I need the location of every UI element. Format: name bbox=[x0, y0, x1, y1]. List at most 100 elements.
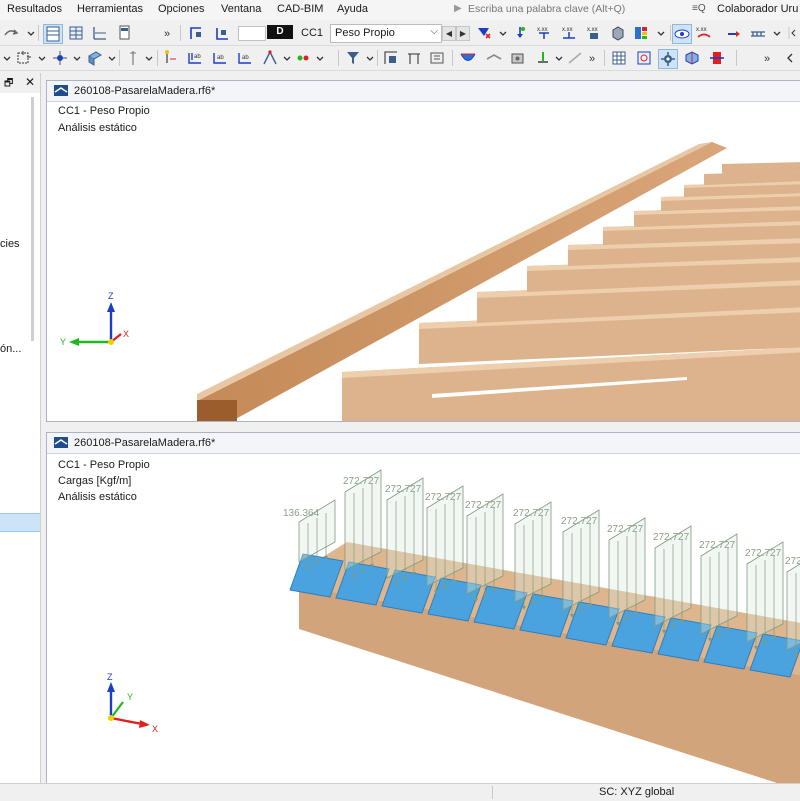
member-load-icon[interactable] bbox=[511, 24, 529, 42]
view-top-icon[interactable] bbox=[428, 49, 446, 67]
viewport-title: 260108-PasarelaMadera.rf6* bbox=[74, 85, 216, 97]
load-value-label: 272.727 bbox=[745, 548, 782, 559]
clipping-icon[interactable] bbox=[708, 49, 726, 67]
beam-icon[interactable] bbox=[749, 24, 767, 42]
menu-resultados[interactable]: Resultados bbox=[7, 3, 62, 15]
previous-icon[interactable]: ◀ bbox=[442, 26, 456, 41]
svg-text:ab: ab bbox=[194, 54, 201, 60]
view-side-icon[interactable] bbox=[405, 49, 423, 67]
svg-text:x.xx: x.xx bbox=[562, 27, 573, 33]
support-xxx-icon[interactable]: x.xx bbox=[535, 24, 553, 42]
snap-icon[interactable] bbox=[162, 49, 180, 67]
chevron-down-icon[interactable] bbox=[494, 24, 512, 42]
more-icon[interactable]: » bbox=[585, 49, 603, 67]
diagram-icon[interactable] bbox=[91, 24, 109, 42]
load-case-code: CC1 bbox=[301, 27, 324, 39]
chevron-left-icon[interactable] bbox=[781, 49, 799, 67]
menu-herramientas[interactable]: Herramientas bbox=[77, 3, 143, 15]
axis-x-label: X bbox=[123, 329, 129, 339]
panel-item-fragment[interactable]: cies bbox=[0, 238, 20, 250]
next-icon[interactable]: ▶ bbox=[456, 26, 470, 41]
more-icon[interactable] bbox=[786, 24, 800, 42]
solid-icon[interactable] bbox=[609, 24, 627, 42]
axis-z-label: Z bbox=[107, 672, 113, 682]
dimension-icon[interactable]: ab bbox=[186, 49, 204, 67]
guide-icon[interactable] bbox=[261, 49, 279, 67]
svg-text:ab: ab bbox=[242, 55, 249, 61]
viewport-title-bar: 260108-PasarelaMadera.rf6* bbox=[47, 433, 800, 454]
support-green-icon[interactable] bbox=[534, 49, 552, 67]
panel-scrollbar[interactable] bbox=[31, 97, 34, 341]
load-arrow-icon[interactable] bbox=[475, 24, 493, 42]
show-results-icon[interactable] bbox=[672, 24, 692, 44]
chevron-down-icon[interactable] bbox=[312, 49, 330, 67]
deform-shape-icon[interactable] bbox=[485, 49, 503, 67]
load-case-select[interactable]: Peso Propio ⌵ bbox=[330, 24, 442, 43]
chevron-down-icon[interactable] bbox=[69, 49, 87, 67]
load-case-tag: D bbox=[267, 25, 293, 39]
surface-icon[interactable] bbox=[86, 49, 104, 67]
view-front-icon[interactable] bbox=[382, 49, 400, 67]
line-tool-icon[interactable] bbox=[566, 49, 584, 67]
document-icon[interactable] bbox=[115, 24, 133, 42]
render-solid-icon[interactable] bbox=[509, 49, 527, 67]
chevron-down-icon[interactable] bbox=[768, 24, 786, 42]
menu-cad-bim[interactable]: CAD-BIM bbox=[277, 3, 323, 15]
load-model-view[interactable]: 136.364272.727272.727272.727272.727272.7… bbox=[47, 454, 800, 783]
result-values-icon[interactable]: x.xx bbox=[695, 24, 713, 42]
svg-text:ab: ab bbox=[217, 55, 224, 61]
search-box[interactable]: ▶ Escriba una palabra clave (Alt+Q) bbox=[452, 2, 682, 18]
support-xxx-icon[interactable]: x.xx bbox=[585, 24, 603, 42]
grid-icon[interactable] bbox=[67, 24, 85, 42]
menu-ayuda[interactable]: Ayuda bbox=[337, 3, 368, 15]
panel-item-fragment[interactable]: ón... bbox=[0, 343, 21, 355]
connection-icon[interactable] bbox=[294, 49, 312, 67]
collaborator-label[interactable]: Colaborador Uru bbox=[717, 3, 798, 15]
support-xxx-icon[interactable]: x.xx bbox=[560, 24, 578, 42]
menu-ventana[interactable]: Ventana bbox=[221, 3, 261, 15]
toolbar-secondary: ab ab ab » » bbox=[0, 46, 800, 71]
color-scale-icon[interactable] bbox=[632, 24, 650, 42]
chevron-down-icon[interactable] bbox=[652, 24, 670, 42]
load-value-label: 272.727 bbox=[343, 476, 380, 487]
deformation-icon[interactable] bbox=[725, 24, 743, 42]
close-icon[interactable]: ✕ bbox=[25, 75, 35, 89]
toolbar-separator bbox=[670, 25, 671, 41]
status-separator bbox=[492, 786, 493, 799]
section-icon[interactable] bbox=[683, 49, 701, 67]
node-icon[interactable] bbox=[51, 49, 69, 67]
search-placeholder: Escriba una palabra clave (Alt+Q) bbox=[468, 3, 626, 15]
dimension-icon[interactable]: ab bbox=[211, 49, 229, 67]
moment-diagram-icon[interactable] bbox=[459, 49, 477, 67]
gear-icon[interactable] bbox=[658, 49, 678, 69]
load-case-name: Peso Propio bbox=[335, 27, 395, 39]
more-icon[interactable]: » bbox=[160, 24, 178, 42]
viewport-title-bar: 260108-PasarelaMadera.rf6* bbox=[47, 81, 800, 102]
toolbar-separator bbox=[452, 50, 453, 66]
filter-icon[interactable] bbox=[344, 49, 362, 67]
table-view-icon[interactable] bbox=[43, 24, 63, 44]
panel-selected-row[interactable] bbox=[0, 513, 40, 532]
collaborator-icon[interactable]: ≡Q bbox=[692, 3, 706, 14]
chevron-down-icon: ⌵ bbox=[430, 26, 438, 37]
axis-triad: Z Y X bbox=[60, 291, 129, 347]
axis-y-icon[interactable] bbox=[213, 24, 231, 42]
mesh-icon[interactable] bbox=[635, 49, 653, 67]
coordinate-system-label[interactable]: SC: XYZ global bbox=[599, 786, 674, 798]
svg-text:»: » bbox=[164, 28, 170, 40]
select-window-icon[interactable] bbox=[15, 49, 33, 67]
dimension-icon[interactable]: ab bbox=[236, 49, 254, 67]
viewport-bottom[interactable]: 260108-PasarelaMadera.rf6* CC1 - Peso Pr… bbox=[46, 432, 800, 784]
more-icon[interactable]: » bbox=[760, 49, 778, 67]
chevron-down-icon[interactable] bbox=[34, 49, 52, 67]
axis-y-label: Y bbox=[60, 337, 66, 347]
redo-icon[interactable] bbox=[2, 24, 20, 42]
viewport-top[interactable]: 260108-PasarelaMadera.rf6* CC1 - Peso Pr… bbox=[46, 80, 800, 422]
menu-opciones[interactable]: Opciones bbox=[158, 3, 204, 15]
table-icon[interactable] bbox=[610, 49, 628, 67]
axis-x-icon[interactable] bbox=[187, 24, 205, 42]
line-member-icon[interactable] bbox=[124, 49, 142, 67]
model-3d-view[interactable]: Z Y X bbox=[47, 102, 800, 421]
axis-triad: Z Y X bbox=[107, 672, 158, 734]
restore-icon[interactable]: 🗗 bbox=[4, 76, 13, 93]
